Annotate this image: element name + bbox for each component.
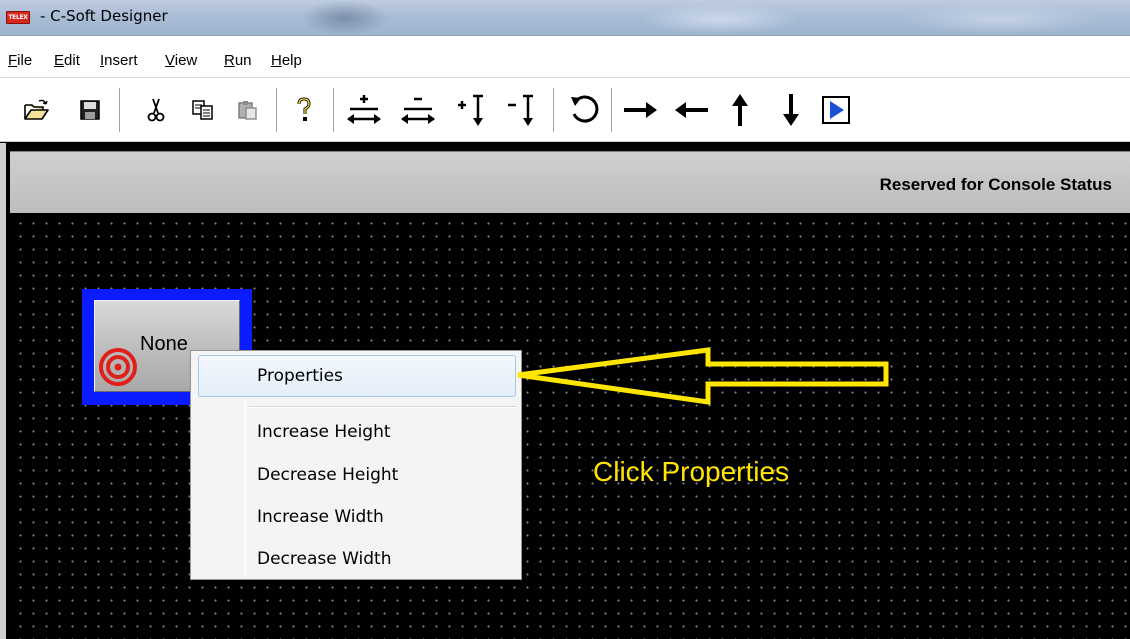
menu-file[interactable]: File — [8, 52, 32, 69]
move-up-button[interactable] — [720, 90, 760, 130]
menu-edit[interactable]: Edit — [54, 52, 80, 69]
toolbar-separator — [611, 88, 613, 132]
paste-icon — [238, 101, 257, 120]
menu-bar-padding — [0, 36, 1130, 46]
menu-edit-label: dit — [64, 52, 80, 69]
move-down-button[interactable] — [771, 90, 811, 130]
title-bar-glow — [300, 0, 390, 36]
app-logo-icon: TELEX — [6, 11, 30, 24]
toolbar-separator — [553, 88, 555, 132]
target-cursor-icon — [99, 348, 137, 386]
increase-height-icon — [458, 94, 483, 126]
save-button[interactable] — [72, 90, 108, 130]
menu-view[interactable]: View — [165, 52, 197, 69]
decrease-width-icon — [401, 97, 435, 124]
rotate-icon — [571, 95, 599, 123]
menu-insert-label: nsert — [104, 52, 138, 69]
window-title: - C-Soft Designer — [40, 7, 168, 25]
increase-width-button[interactable] — [342, 90, 386, 130]
arrow-right-icon — [624, 102, 657, 118]
menu-run[interactable]: Run — [224, 52, 252, 69]
arrow-left-icon — [675, 102, 708, 118]
play-icon — [822, 96, 850, 124]
title-bar-glow — [900, 4, 1100, 34]
decrease-width-button[interactable] — [396, 90, 440, 130]
copy-icon — [192, 100, 213, 120]
title-bar-glow — [640, 4, 800, 34]
menu-run-label: un — [234, 52, 252, 69]
context-menu-increase-height[interactable]: Increase Height — [257, 422, 391, 442]
menu-file-label: ile — [17, 52, 33, 69]
open-folder-button[interactable] — [18, 90, 54, 130]
context-menu-decrease-height[interactable]: Decrease Height — [257, 465, 398, 485]
toolbar — [0, 78, 1130, 142]
arrow-down-icon — [783, 94, 799, 126]
menu-view-mnemonic: V — [165, 52, 175, 69]
open-folder-icon — [24, 99, 49, 120]
increase-width-icon — [347, 95, 381, 124]
context-menu-decrease-width[interactable]: Decrease Width — [257, 549, 392, 569]
menu-bar: File Edit Insert View Run Help — [0, 46, 1130, 78]
console-status-bar: Reserved for Console Status — [10, 151, 1130, 213]
menu-run-mnemonic: R — [224, 52, 235, 69]
paste-button[interactable] — [229, 90, 265, 130]
toolbar-separator — [276, 88, 278, 132]
menu-view-label: iew — [174, 52, 198, 69]
menu-file-mnemonic: F — [8, 52, 18, 69]
arrow-up-icon — [732, 94, 748, 126]
toolbar-separator — [333, 88, 335, 132]
rotate-button[interactable] — [562, 90, 606, 130]
decrease-height-button[interactable] — [500, 90, 544, 130]
toolbar-separator — [119, 88, 121, 132]
menu-help-mnemonic: H — [271, 52, 282, 69]
help-button[interactable] — [286, 90, 322, 130]
title-bar — [0, 0, 1130, 36]
menu-insert[interactable]: Insert — [100, 52, 138, 69]
increase-height-button[interactable] — [450, 90, 494, 130]
design-canvas[interactable] — [10, 213, 1130, 639]
move-right-button[interactable] — [618, 90, 662, 130]
context-menu-highlight — [198, 355, 516, 397]
copy-button[interactable] — [185, 90, 221, 130]
cut-button[interactable] — [138, 90, 174, 130]
console-status-text: Reserved for Console Status — [879, 175, 1112, 194]
context-menu-separator — [249, 406, 517, 408]
context-menu-increase-width[interactable]: Increase Width — [257, 507, 384, 527]
menu-help-label: elp — [281, 52, 302, 69]
run-button[interactable] — [816, 90, 856, 130]
move-left-button[interactable] — [670, 90, 714, 130]
annotation-arrow-icon — [517, 347, 889, 405]
context-menu-properties[interactable]: Properties — [257, 366, 343, 386]
menu-help[interactable]: Help — [271, 52, 302, 69]
scissors-icon — [147, 98, 165, 122]
floppy-disk-icon — [80, 100, 100, 120]
annotation-text: Click Properties — [593, 456, 790, 487]
canvas-button-label: None — [140, 333, 188, 355]
decrease-height-icon — [508, 94, 533, 126]
menu-edit-mnemonic: E — [54, 52, 65, 69]
help-question-icon — [297, 97, 311, 121]
